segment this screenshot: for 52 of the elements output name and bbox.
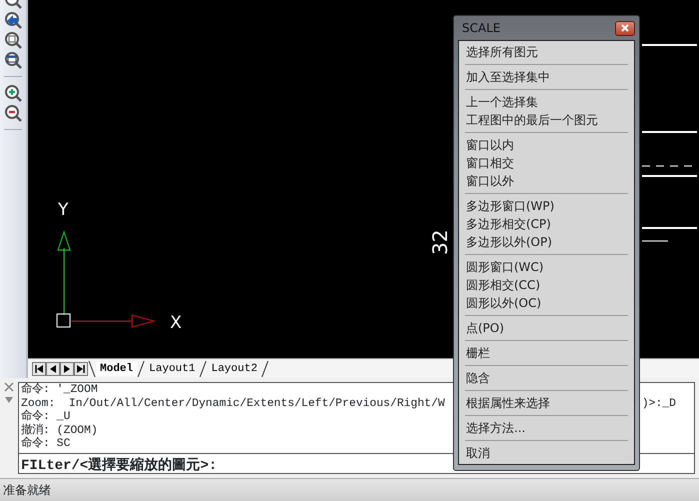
menu-item[interactable]: 窗口以外 xyxy=(463,172,630,190)
menu-item[interactable]: 上一个选择集 xyxy=(463,93,630,111)
menu-item[interactable]: 圆形相交(CC) xyxy=(463,276,630,294)
command-history-line: 命令: SC xyxy=(21,438,70,452)
menu-title: SCALE xyxy=(462,20,500,37)
command-history-line: 撤消: (ZOOM) xyxy=(21,424,98,437)
menu-item[interactable]: 多边形相交(CP) xyxy=(463,215,630,233)
tab-separator xyxy=(261,360,270,376)
tab-separator xyxy=(199,360,208,376)
status-text: 准备就绪 xyxy=(3,482,51,499)
previous-button[interactable] xyxy=(46,362,60,376)
dropdown-icon[interactable] xyxy=(4,396,14,404)
close-button[interactable] xyxy=(615,20,635,36)
menu-item[interactable]: 加入至选择集中 xyxy=(463,68,630,86)
close-icon xyxy=(621,24,629,32)
menu-item[interactable]: 隐含 xyxy=(463,369,630,387)
menu-item[interactable]: 选择方法... xyxy=(463,419,630,437)
menu-item[interactable]: 圆形以外(OC) xyxy=(463,294,630,312)
zoom-back-icon xyxy=(4,11,22,29)
last-icon xyxy=(75,362,87,374)
next-button[interactable] xyxy=(60,362,74,376)
dimension-text: 32 xyxy=(428,230,452,255)
zoom-out-icon xyxy=(4,104,22,122)
first-page-button[interactable] xyxy=(32,362,46,376)
menu-item[interactable]: 点(PO) xyxy=(463,319,630,337)
command-history-line: )>:_D xyxy=(642,398,676,412)
tab-separator xyxy=(88,360,96,376)
menu-item[interactable]: 工程图中的最后一个图元 xyxy=(463,111,630,129)
y-axis-label: Y xyxy=(58,200,68,220)
menu-item[interactable]: 多边形以外(OP) xyxy=(463,233,630,251)
layout-tab[interactable]: Layout2 xyxy=(207,362,262,376)
first-icon xyxy=(33,362,45,374)
menu-item[interactable]: 多边形窗口(WP) xyxy=(463,197,630,215)
origin-marker xyxy=(56,314,70,328)
command-history-line: Zoom: In/Out/All/Center/Dynamic/Extents/Left/Previous/Right/W xyxy=(21,398,445,410)
command-history-line: 命令: _U xyxy=(21,411,70,424)
menu-item[interactable]: 窗口相交 xyxy=(463,154,630,172)
zoom-in-icon xyxy=(4,84,22,102)
zoom-window-icon xyxy=(4,51,22,69)
command-history-line: 命令: '_ZOOM xyxy=(21,384,98,398)
tab-separator xyxy=(137,360,146,376)
layout-tab[interactable]: Layout1 xyxy=(145,362,200,376)
menu-item[interactable]: 圆形窗口(WC) xyxy=(463,258,630,276)
close-icon[interactable] xyxy=(4,382,14,392)
last-page-button[interactable] xyxy=(74,362,88,376)
menu-item[interactable]: 栅栏 xyxy=(463,344,630,362)
menu-item[interactable]: 窗口以内 xyxy=(463,136,630,154)
zoom-page-icon xyxy=(4,31,22,49)
layout-tab[interactable]: Model xyxy=(96,362,138,376)
menu-item[interactable]: 选择所有图元 xyxy=(463,43,630,61)
menu-item[interactable]: 根据属性来选择 xyxy=(463,394,630,412)
x-axis-label: X xyxy=(170,313,182,333)
